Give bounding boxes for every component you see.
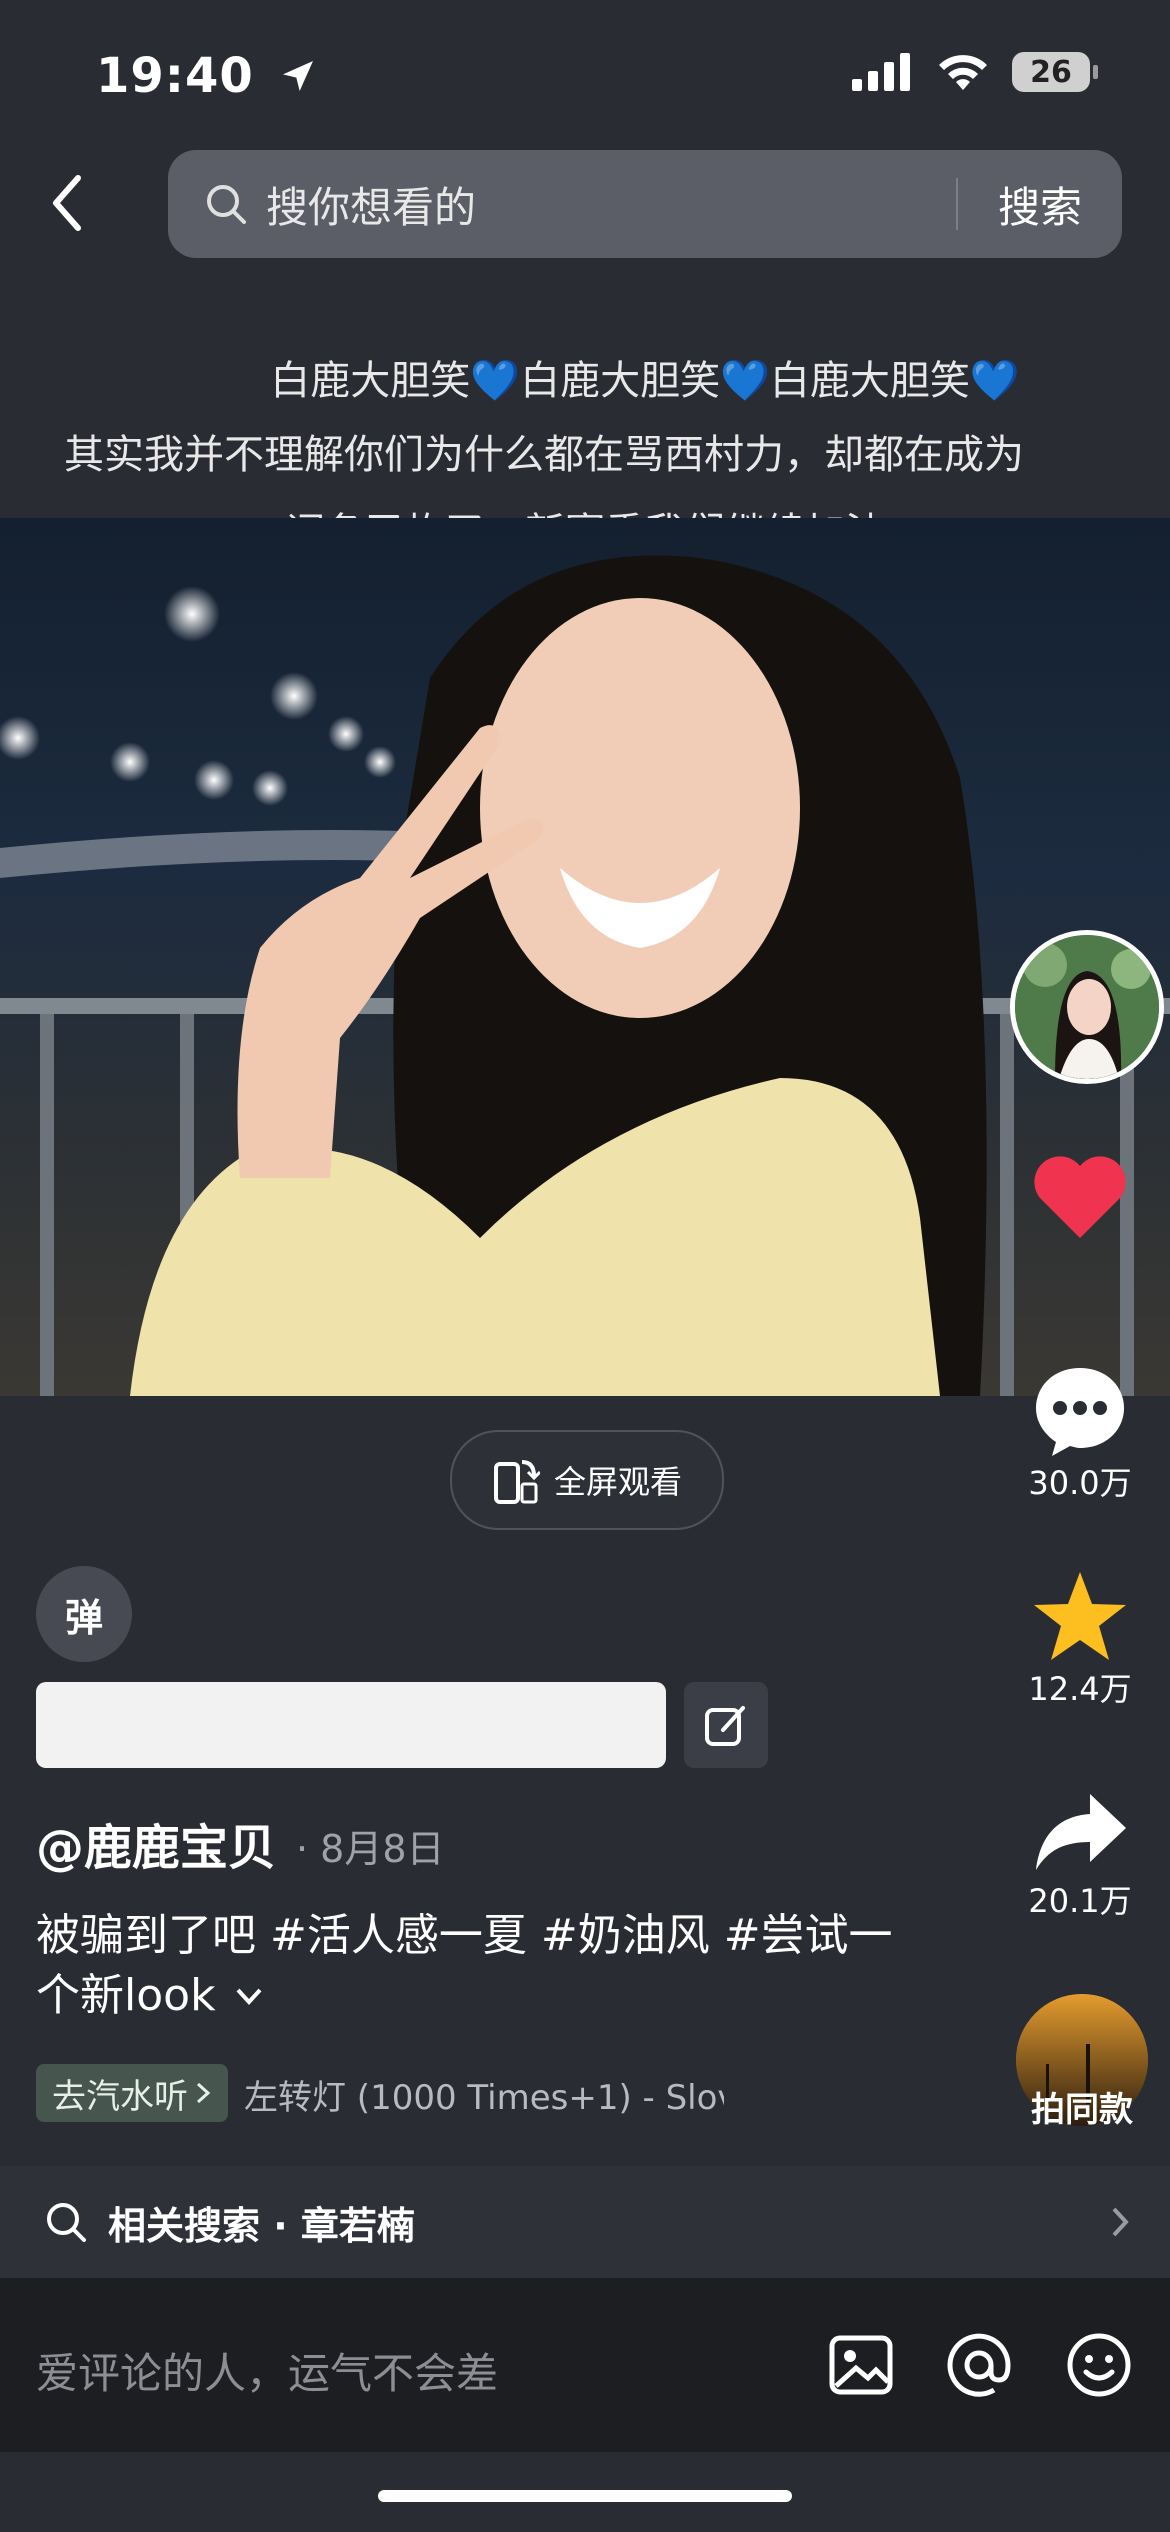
comment-icon (1036, 1368, 1124, 1456)
video-frame (0, 555, 1170, 1396)
danmaku-toggle[interactable]: 弹 (36, 1566, 132, 1662)
image-icon[interactable] (826, 2330, 896, 2400)
search-icon (47, 2203, 86, 2242)
location-arrow-icon (282, 61, 313, 91)
search-bar[interactable]: 搜你想看的 搜索 (168, 150, 1122, 258)
rotate-screen-icon (493, 1460, 540, 1504)
status-indicators: 26 (852, 52, 1098, 92)
post-description[interactable]: 被骗到了吧 #活人感一夏 #奶油风 #尝试一个新look (36, 1906, 926, 2026)
search-input[interactable]: 搜你想看的 (266, 174, 956, 235)
emoji-icon[interactable] (1064, 2330, 1134, 2400)
post-description-text: 被骗到了吧 #活人感一夏 #奶油风 #尝试一个新look (36, 1910, 893, 2021)
danmaku-line: 白鹿大胆笑💙白鹿大胆笑💙白鹿大胆笑💙 (270, 358, 1020, 404)
post-date: · 8月8日 (296, 1827, 445, 1871)
chevron-right-icon (1112, 2207, 1129, 2237)
danmaku-line: 其实我并不理解你们为什么都在骂西村力，却都在成为 (64, 432, 1024, 478)
fullscreen-label: 全屏观看 (553, 1463, 682, 1501)
comment-input[interactable]: 爱评论的人，运气不会差 (36, 2340, 498, 2401)
status-time: 19:40 (96, 48, 318, 104)
fullscreen-button[interactable]: 全屏观看 (450, 1430, 724, 1530)
search-icon (207, 185, 246, 224)
star-icon (1034, 1572, 1126, 1660)
mention-icon[interactable] (944, 2330, 1014, 2400)
battery-indicator: 26 (1012, 52, 1098, 92)
danmaku-toggle-label: 弹 (64, 1595, 103, 1640)
comment-count: 30.0万 (1028, 1464, 1132, 1502)
edit-danmaku-button[interactable] (684, 1682, 768, 1768)
comment-button[interactable]: 30.0万 (1005, 1362, 1155, 1504)
edit-icon (705, 1706, 745, 1746)
creator-avatar[interactable] (1010, 930, 1164, 1084)
share-button[interactable]: 20.1万 (1005, 1786, 1155, 1922)
chevron-right-icon (196, 2082, 211, 2104)
share-arrow-icon (1036, 1794, 1126, 1870)
search-button[interactable]: 搜索 (958, 174, 1122, 235)
home-indicator (378, 2490, 792, 2502)
share-count: 20.1万 (1028, 1882, 1132, 1920)
author-name[interactable]: @鹿鹿宝贝 (36, 1808, 276, 1878)
listen-in-app-button[interactable]: 去汽水听 (36, 2064, 228, 2122)
like-button[interactable] (1005, 1152, 1155, 1242)
favorite-button[interactable]: 12.4万 (1005, 1568, 1155, 1710)
favorite-count: 12.4万 (1028, 1670, 1132, 1708)
same-style-label: 拍同款 (1031, 2090, 1133, 2130)
signal-icon (852, 53, 910, 91)
related-search[interactable]: 相关搜索 · 章若楠 (0, 2166, 1170, 2278)
related-search-label: 相关搜索 · 章若楠 (108, 2203, 415, 2248)
avatar-image (1015, 935, 1159, 1079)
heart-icon (1034, 1156, 1126, 1238)
like-count-blurred (1050, 1270, 1150, 1310)
music-title[interactable]: 左转灯 (1000 Times+1) - Slov (244, 2070, 724, 2119)
video-player[interactable] (0, 518, 1170, 1396)
back-icon[interactable] (38, 168, 98, 238)
danmaku-input[interactable] (36, 1682, 666, 1768)
chevron-down-icon[interactable] (234, 1984, 264, 2008)
wifi-icon (939, 55, 987, 90)
listen-in-app-label: 去汽水听 (52, 2076, 188, 2117)
